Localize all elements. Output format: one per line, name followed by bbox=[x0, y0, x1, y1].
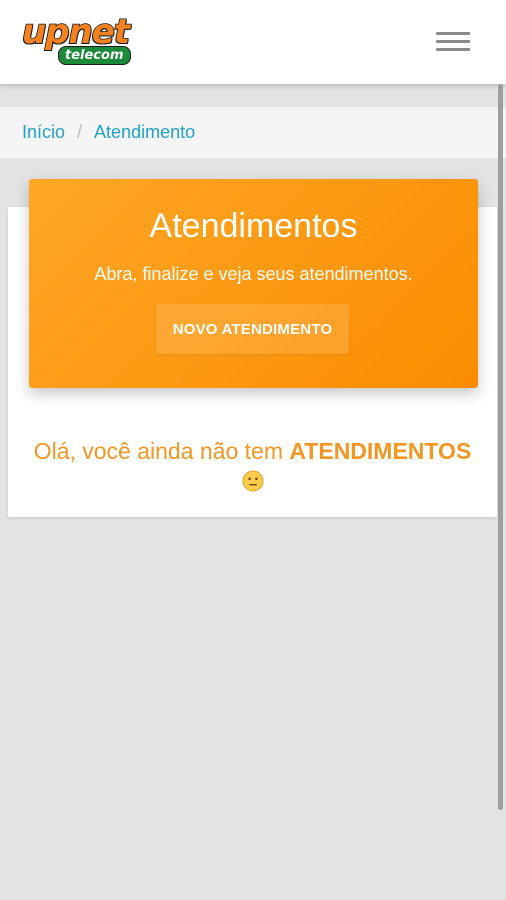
tickets-banner: Atendimentos Abra, finalize e veja seus … bbox=[29, 179, 478, 388]
breadcrumb: Início / Atendimento bbox=[0, 107, 506, 158]
app-header: upnet telecom bbox=[0, 0, 506, 84]
menu-line bbox=[436, 32, 470, 35]
neutral-smiley-icon bbox=[242, 470, 263, 492]
logo-sub-text: telecom bbox=[58, 46, 131, 65]
scrollbar-thumb[interactable] bbox=[498, 84, 503, 810]
new-ticket-button[interactable]: NOVO ATENDIMENTO bbox=[156, 304, 349, 354]
menu-line bbox=[436, 40, 470, 43]
upnet-telecom-logo[interactable]: upnet telecom bbox=[20, 11, 152, 65]
page-title: Atendimentos bbox=[149, 207, 358, 245]
breadcrumb-separator: / bbox=[77, 122, 83, 142]
menu-line bbox=[436, 48, 470, 51]
breadcrumb-item-inicio[interactable]: Início bbox=[22, 122, 65, 143]
empty-state-text: Olá, você ainda não tem bbox=[33, 438, 290, 464]
page-scrollbar[interactable] bbox=[498, 84, 504, 900]
breadcrumb-item-atendimento[interactable]: Atendimento bbox=[94, 122, 195, 143]
empty-state-highlight: ATENDIMENTOS bbox=[289, 438, 472, 464]
hamburger-menu-icon[interactable] bbox=[436, 30, 472, 54]
page-subtitle: Abra, finalize e veja seus atendimentos. bbox=[94, 264, 413, 284]
empty-state-message: Olá, você ainda não tem ATENDIMENTOS bbox=[8, 436, 497, 496]
